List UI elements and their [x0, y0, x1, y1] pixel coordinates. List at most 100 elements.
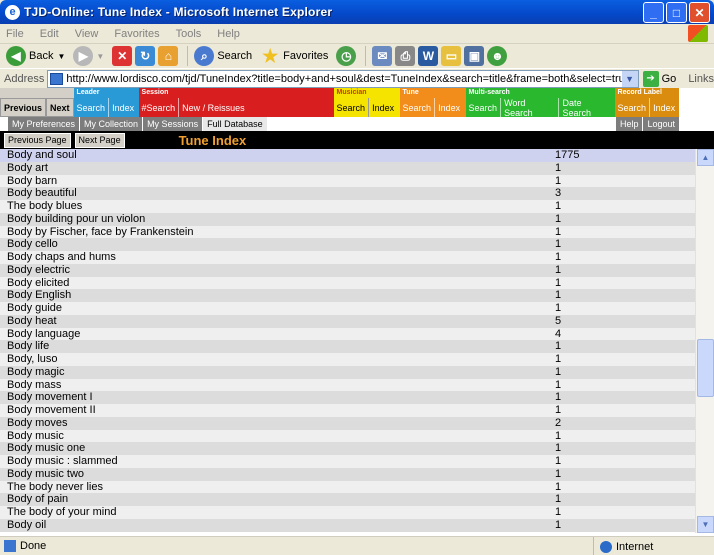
tune-row[interactable]: Body music two 1 [0, 467, 695, 481]
tune-row[interactable]: Body cello 1 [0, 238, 695, 251]
tune-title[interactable]: Body electric [0, 264, 555, 277]
menu-view[interactable]: View [73, 28, 101, 40]
edit-word-icon[interactable]: W [418, 46, 439, 66]
history-icon[interactable]: ◷ [336, 46, 357, 66]
address-dropdown-icon[interactable]: ▼ [621, 70, 638, 87]
tune-title[interactable]: Body music : slammed [0, 455, 555, 468]
tune-row[interactable]: Body barn 1 [0, 174, 695, 188]
next-page-button[interactable]: Next Page [74, 132, 125, 148]
tune-title[interactable]: Body moves [0, 417, 555, 430]
tune-row[interactable]: Body elicited 1 [0, 276, 695, 290]
tune-title[interactable]: Body magic [0, 366, 555, 379]
go-button[interactable]: ➔ Go [642, 70, 676, 87]
forward-dropdown-icon[interactable]: ▼ [96, 52, 104, 61]
tune-title[interactable]: Body movement II [0, 404, 555, 417]
back-button[interactable]: ◀ Back ▼ [6, 46, 65, 66]
tune-row[interactable]: The body blues 1 [0, 200, 695, 213]
word-search-button[interactable]: Word Search [500, 98, 558, 118]
print-icon[interactable]: ⎙ [395, 46, 416, 66]
favorites-button[interactable]: ★ Favorites [260, 46, 328, 66]
logout-button[interactable]: Logout [643, 117, 680, 131]
tune-title[interactable]: Body movement I [0, 391, 555, 404]
tab-my-preferences[interactable]: My Preferences [8, 117, 81, 131]
tune-title[interactable]: Body barn [0, 175, 555, 188]
scroll-down-icon[interactable]: ▼ [697, 516, 714, 533]
stop-icon[interactable]: ✕ [112, 46, 133, 66]
tune-row[interactable]: Body language 4 [0, 327, 695, 341]
tab-my-sessions[interactable]: My Sessions [143, 117, 204, 131]
menu-tools[interactable]: Tools [174, 28, 204, 40]
research-icon[interactable]: ▣ [464, 46, 485, 66]
tune-row[interactable]: Body and soul 1775 [0, 149, 695, 162]
vertical-scrollbar[interactable]: ▲ ▼ [695, 149, 714, 533]
tune-row[interactable]: Body of pain 1 [0, 493, 695, 506]
tune-row[interactable]: Body movement II 1 [0, 404, 695, 417]
home-icon[interactable]: ⌂ [158, 46, 179, 66]
leader-index-button[interactable]: Index [108, 98, 137, 117]
tune-row[interactable]: Body music : slammed 1 [0, 455, 695, 468]
scroll-thumb[interactable] [697, 339, 714, 397]
tune-row[interactable]: Body art 1 [0, 161, 695, 175]
address-input[interactable]: http://www.lordisco.com/tjd/TuneIndex?ti… [47, 69, 639, 88]
record-label-search-button[interactable]: Search [615, 98, 650, 117]
tune-row[interactable]: Body music 1 [0, 429, 695, 443]
tune-row[interactable]: Body chaps and hums 1 [0, 251, 695, 264]
menu-file[interactable]: File [4, 28, 26, 40]
tune-title[interactable]: Body heat [0, 315, 555, 328]
folder-icon[interactable]: ▭ [441, 46, 462, 66]
links-button[interactable]: Links [688, 73, 714, 85]
tune-row[interactable]: Body English 1 [0, 289, 695, 302]
tune-row[interactable]: Body life 1 [0, 340, 695, 353]
record-label-index-button[interactable]: Index [649, 98, 678, 117]
tune-row[interactable]: Body oil 1 [0, 518, 695, 532]
musician-index-button[interactable]: Index [368, 98, 397, 117]
tune-title[interactable]: The body of your mind [0, 506, 555, 519]
tune-title[interactable]: Body mass [0, 379, 555, 392]
mail-icon[interactable]: ✉ [372, 46, 393, 66]
tune-title[interactable]: Body art [0, 162, 555, 175]
menu-favorites[interactable]: Favorites [112, 28, 161, 40]
date-search-button[interactable]: Date Search [558, 98, 614, 118]
scroll-up-icon[interactable]: ▲ [697, 149, 714, 166]
tune-search-button[interactable]: Search [400, 98, 435, 117]
tune-title[interactable]: Body music one [0, 442, 555, 455]
tune-row[interactable]: Body building pour un violon 1 [0, 212, 695, 226]
tune-title[interactable]: Body music [0, 430, 555, 443]
tune-title[interactable]: Body, luso [0, 353, 555, 366]
tune-title[interactable]: Body of pain [0, 493, 555, 506]
tune-title[interactable]: Body cello [0, 238, 555, 251]
session-search-button[interactable]: #Search [139, 98, 179, 117]
help-button[interactable]: Help [615, 117, 644, 131]
tune-title[interactable]: Body English [0, 289, 555, 302]
back-dropdown-icon[interactable]: ▼ [57, 52, 65, 61]
tune-row[interactable]: Body, luso 1 [0, 353, 695, 366]
tune-title[interactable]: Body oil [0, 519, 555, 532]
tune-row[interactable]: Body mass 1 [0, 378, 695, 392]
new-reissues-button[interactable]: New / Reissues [178, 98, 248, 117]
tune-row[interactable]: Body electric 1 [0, 263, 695, 277]
search-button[interactable]: ⌕ Search [194, 46, 252, 66]
tune-row[interactable]: Body music one 1 [0, 442, 695, 455]
tune-title[interactable]: Body and soul [0, 149, 555, 162]
tune-title[interactable]: Body life [0, 340, 555, 353]
tab-my-collection[interactable]: My Collection [80, 117, 144, 131]
tune-title[interactable]: Body language [0, 328, 555, 341]
messenger-icon[interactable]: ☻ [487, 46, 508, 66]
menu-edit[interactable]: Edit [38, 28, 61, 40]
tune-title[interactable]: Body building pour un violon [0, 213, 555, 226]
forward-button[interactable]: ▶ ▼ [73, 46, 104, 66]
close-button[interactable]: ✕ [689, 2, 710, 23]
minimize-button[interactable]: _ [643, 2, 664, 23]
refresh-icon[interactable]: ↻ [135, 46, 156, 66]
tune-title[interactable]: Body music two [0, 468, 555, 481]
tune-row[interactable]: The body never lies 1 [0, 480, 695, 494]
tune-row[interactable]: Body by Fischer, face by Frankenstein 1 [0, 225, 695, 239]
tune-title[interactable]: Body by Fischer, face by Frankenstein [0, 226, 555, 239]
maximize-button[interactable]: □ [666, 2, 687, 23]
tune-row[interactable]: Body heat 5 [0, 314, 695, 328]
tune-title[interactable]: Body beautiful [0, 187, 555, 200]
previous-button[interactable]: Previous [0, 98, 47, 117]
tune-title[interactable]: Body chaps and hums [0, 251, 555, 264]
multi-search-button[interactable]: Search [466, 98, 501, 118]
tune-row[interactable]: Body movement I1 [0, 391, 695, 404]
